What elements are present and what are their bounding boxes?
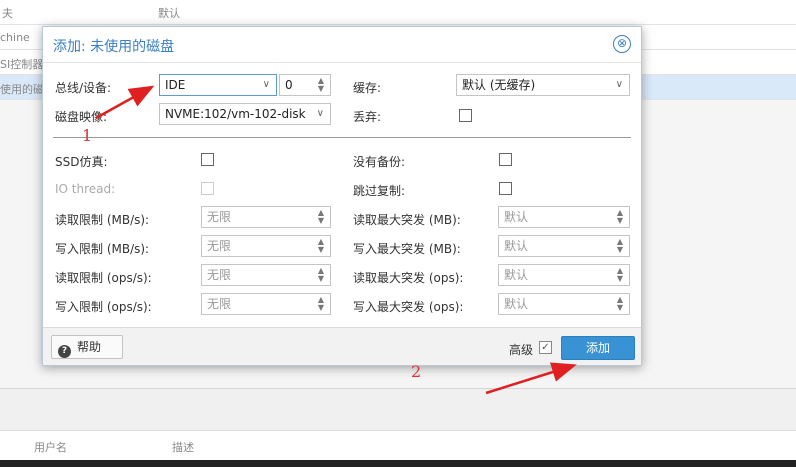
- bg-col-description[interactable]: 描述: [172, 439, 194, 455]
- annotation-marker-2: 2: [411, 362, 422, 381]
- write-limit-mbs-input[interactable]: 无限 ▲ ▼: [201, 235, 331, 257]
- placeholder-text: 默认: [504, 239, 529, 253]
- write-burst-mb-input[interactable]: 默认 ▲ ▼: [498, 235, 630, 257]
- bg-top-fragment: 夫: [2, 7, 13, 20]
- placeholder-text: 无限: [207, 210, 232, 224]
- read-limit-ops-input[interactable]: 无限 ▲ ▼: [201, 264, 331, 286]
- skip-replication-label: 跳过复制:: [353, 184, 406, 198]
- bg-table-header: 用户名 描述: [0, 430, 796, 460]
- dialog-footer: ? 帮助 高级 ✓ 添加: [43, 327, 641, 365]
- write-burst-ops-input[interactable]: 默认 ▲ ▼: [498, 293, 630, 315]
- chevron-down-icon: ∨: [316, 108, 324, 119]
- spinner-icon[interactable]: ▲ ▼: [615, 267, 625, 283]
- bg-row-label: 使用的磁: [0, 83, 44, 96]
- chevron-down-icon: ∨: [262, 79, 270, 90]
- bg-toolbar: [0, 388, 796, 430]
- advanced-checkbox[interactable]: ✓: [539, 341, 552, 354]
- placeholder-text: 默认: [504, 297, 529, 311]
- spinner-icon[interactable]: ▲ ▼: [615, 296, 625, 312]
- bus-device-label: 总线/设备:: [55, 81, 112, 95]
- read-burst-mb-input[interactable]: 默认 ▲ ▼: [498, 206, 630, 228]
- add-unused-disk-dialog: 添加: 未使用的磁盘 ⊗ 总线/设备: IDE ∨ 0 ▲ ▼ 缓存: 默认 (无…: [42, 26, 642, 366]
- bus-select[interactable]: IDE ∨: [159, 74, 277, 96]
- cache-select[interactable]: 默认 (无缓存) ∨: [456, 74, 630, 96]
- spinner-icon[interactable]: ▲ ▼: [316, 267, 326, 283]
- bus-value: IDE: [165, 78, 186, 92]
- help-label: 帮助: [77, 340, 102, 354]
- spinner-icon[interactable]: ▲ ▼: [615, 209, 625, 225]
- advanced-label: 高级: [509, 343, 534, 357]
- help-button[interactable]: ? 帮助: [51, 335, 123, 359]
- spinner-icon[interactable]: ▲ ▼: [316, 209, 326, 225]
- close-icon[interactable]: ⊗: [613, 35, 631, 53]
- discard-checkbox[interactable]: [459, 109, 472, 122]
- dialog-title: 添加: 未使用的磁盘: [53, 39, 175, 55]
- placeholder-text: 无限: [207, 268, 232, 282]
- device-value: 0: [285, 78, 293, 92]
- chevron-down-icon: ∨: [615, 79, 623, 90]
- bg-row-label: SI控制器: [0, 58, 44, 71]
- cache-label: 缓存:: [353, 81, 382, 95]
- bg-row-label: chine: [0, 31, 30, 44]
- read-limit-ops-label: 读取限制 (ops/s):: [55, 271, 152, 285]
- bg-bottom-strip: [0, 460, 796, 467]
- read-burst-mb-label: 读取最大突发 (MB):: [353, 213, 461, 227]
- disk-image-label: 磁盘映像:: [55, 110, 108, 124]
- cache-value: 默认 (无缓存): [462, 78, 536, 92]
- spinner-icon[interactable]: ▲ ▼: [316, 296, 326, 312]
- read-limit-mbs-input[interactable]: 无限 ▲ ▼: [201, 206, 331, 228]
- write-burst-mb-label: 写入最大突发 (MB):: [353, 242, 461, 256]
- dialog-header: 添加: 未使用的磁盘 ⊗: [43, 27, 641, 63]
- write-burst-ops-label: 写入最大突发 (ops):: [353, 300, 464, 314]
- bg-top-default: 默认: [158, 7, 180, 20]
- placeholder-text: 无限: [207, 297, 232, 311]
- io-thread-label: IO thread:: [55, 182, 116, 196]
- disk-image-select[interactable]: NVME:102/vm-102-disk ∨: [159, 103, 331, 125]
- ssd-emulation-checkbox[interactable]: [201, 153, 214, 166]
- section-divider: [53, 137, 631, 138]
- bg-col-username[interactable]: 用户名: [34, 439, 67, 455]
- write-limit-ops-label: 写入限制 (ops/s):: [55, 300, 152, 314]
- read-burst-ops-input[interactable]: 默认 ▲ ▼: [498, 264, 630, 286]
- placeholder-text: 无限: [207, 239, 232, 253]
- write-limit-mbs-label: 写入限制 (MB/s):: [55, 242, 150, 256]
- ssd-emulation-label: SSD仿真:: [55, 155, 108, 169]
- spinner-icon[interactable]: ▲ ▼: [615, 238, 625, 254]
- disk-image-value: NVME:102/vm-102-disk: [165, 107, 306, 121]
- write-limit-ops-input[interactable]: 无限 ▲ ▼: [201, 293, 331, 315]
- skip-replication-checkbox[interactable]: [499, 182, 512, 195]
- no-backup-checkbox[interactable]: [499, 153, 512, 166]
- add-button[interactable]: 添加: [561, 336, 635, 360]
- placeholder-text: 默认: [504, 210, 529, 224]
- spinner-icon[interactable]: ▲ ▼: [316, 238, 326, 254]
- help-icon: ?: [58, 345, 71, 358]
- read-limit-mbs-label: 读取限制 (MB/s):: [55, 213, 150, 227]
- annotation-marker-1: 1: [82, 126, 93, 145]
- discard-label: 丢弃:: [353, 110, 382, 124]
- device-number-input[interactable]: 0 ▲ ▼: [279, 74, 331, 96]
- placeholder-text: 默认: [504, 268, 529, 282]
- no-backup-label: 没有备份:: [353, 155, 406, 169]
- read-burst-ops-label: 读取最大突发 (ops):: [353, 271, 464, 285]
- io-thread-checkbox: [201, 182, 214, 195]
- bg-top-row: 夫 默认: [0, 0, 796, 25]
- spinner-icon[interactable]: ▲ ▼: [316, 77, 326, 93]
